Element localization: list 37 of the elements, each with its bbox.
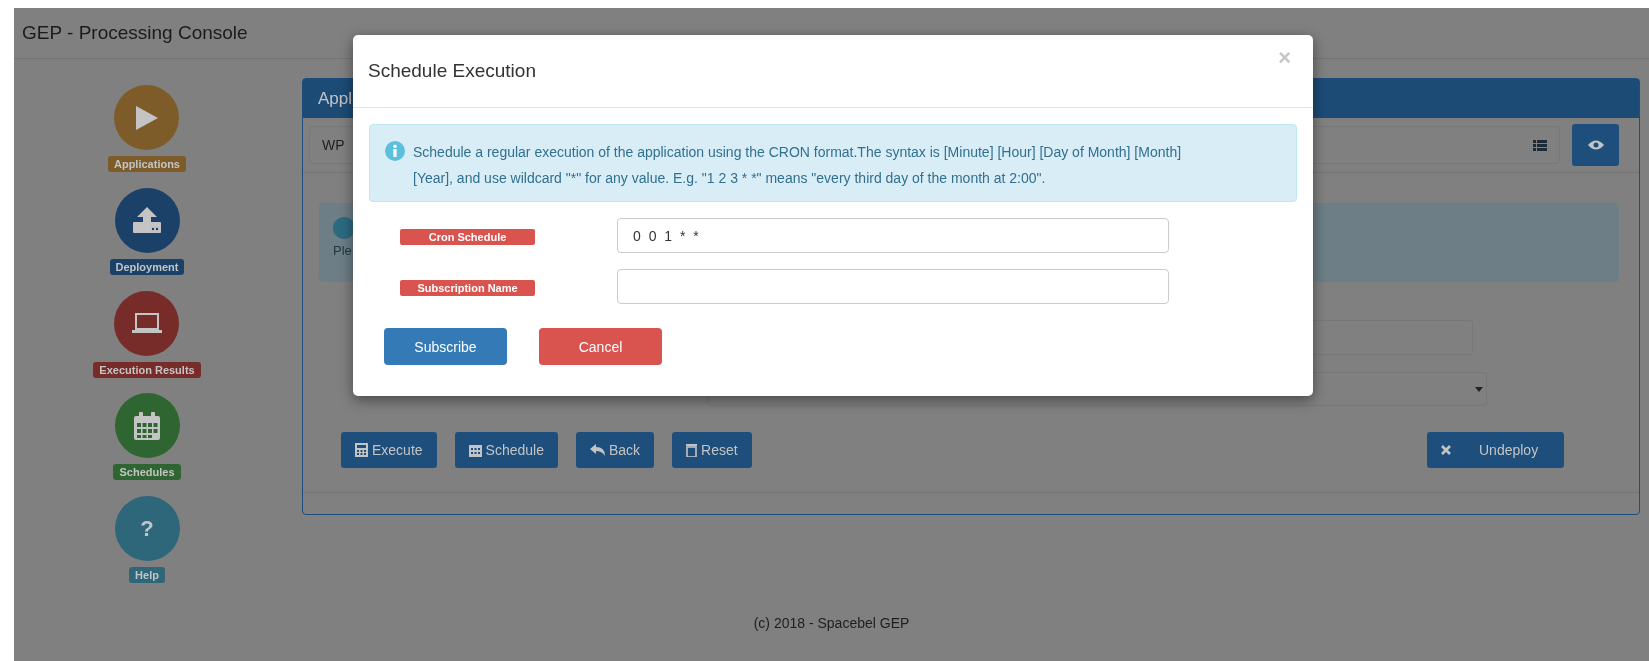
trash-icon	[686, 443, 698, 457]
view-button[interactable]	[1572, 124, 1619, 166]
play-icon	[136, 105, 158, 130]
panel-title: Appl	[318, 88, 353, 109]
laptop-icon	[132, 313, 162, 334]
nav-label[interactable]: Help	[129, 567, 165, 584]
caret-icon	[1475, 386, 1483, 392]
action-button[interactable]: Execute	[341, 432, 437, 468]
footer-text: (c) 2018 - Spacebel GEP	[753, 615, 910, 631]
field-label: Cron Schedule	[400, 228, 535, 245]
action-button[interactable]: Schedule	[454, 432, 558, 468]
nav-button[interactable]: ?	[114, 496, 180, 562]
subscribe-button[interactable]: Subscribe	[384, 328, 507, 365]
nav-label[interactable]: Applications	[108, 156, 186, 172]
input-field[interactable]	[617, 269, 1169, 304]
app-title: GEP - Processing Console	[22, 22, 248, 44]
eye-icon	[1587, 140, 1604, 150]
action-button[interactable]: Back	[576, 432, 655, 468]
calendar-icon	[134, 411, 160, 440]
cancel-button[interactable]: Cancel	[539, 328, 662, 365]
dialog-title: Schedule Execution	[368, 60, 536, 82]
nav-label[interactable]: Execution Results	[93, 361, 201, 378]
info-text: Schedule a regular execution of the application using the CRON format.The syntax is [Minute] [Hour] [Day of Month] [Month] [Year], and use wildcard "*" for any value. E.g. "1 2 3 * *" means "every third day of the month at 2:00".	[413, 143, 1183, 188]
upload-icon	[133, 207, 161, 234]
action-button[interactable]: Reset	[672, 432, 752, 468]
undeploy-button[interactable]: Undeploy	[1427, 432, 1564, 468]
list-icon[interactable]	[1533, 139, 1547, 151]
close-icon	[1441, 445, 1451, 455]
field-label: Subscription Name	[400, 279, 535, 296]
calendar-icon	[468, 443, 482, 457]
calculator-icon	[355, 443, 368, 457]
help-icon: ?	[140, 515, 154, 542]
alert-text: Ple	[333, 243, 352, 258]
nav-label[interactable]: Schedules	[113, 464, 181, 481]
nav-label[interactable]: Deployment	[109, 258, 185, 275]
input-field[interactable]: 0 0 1 * *	[617, 218, 1169, 253]
reply-icon	[590, 444, 605, 456]
